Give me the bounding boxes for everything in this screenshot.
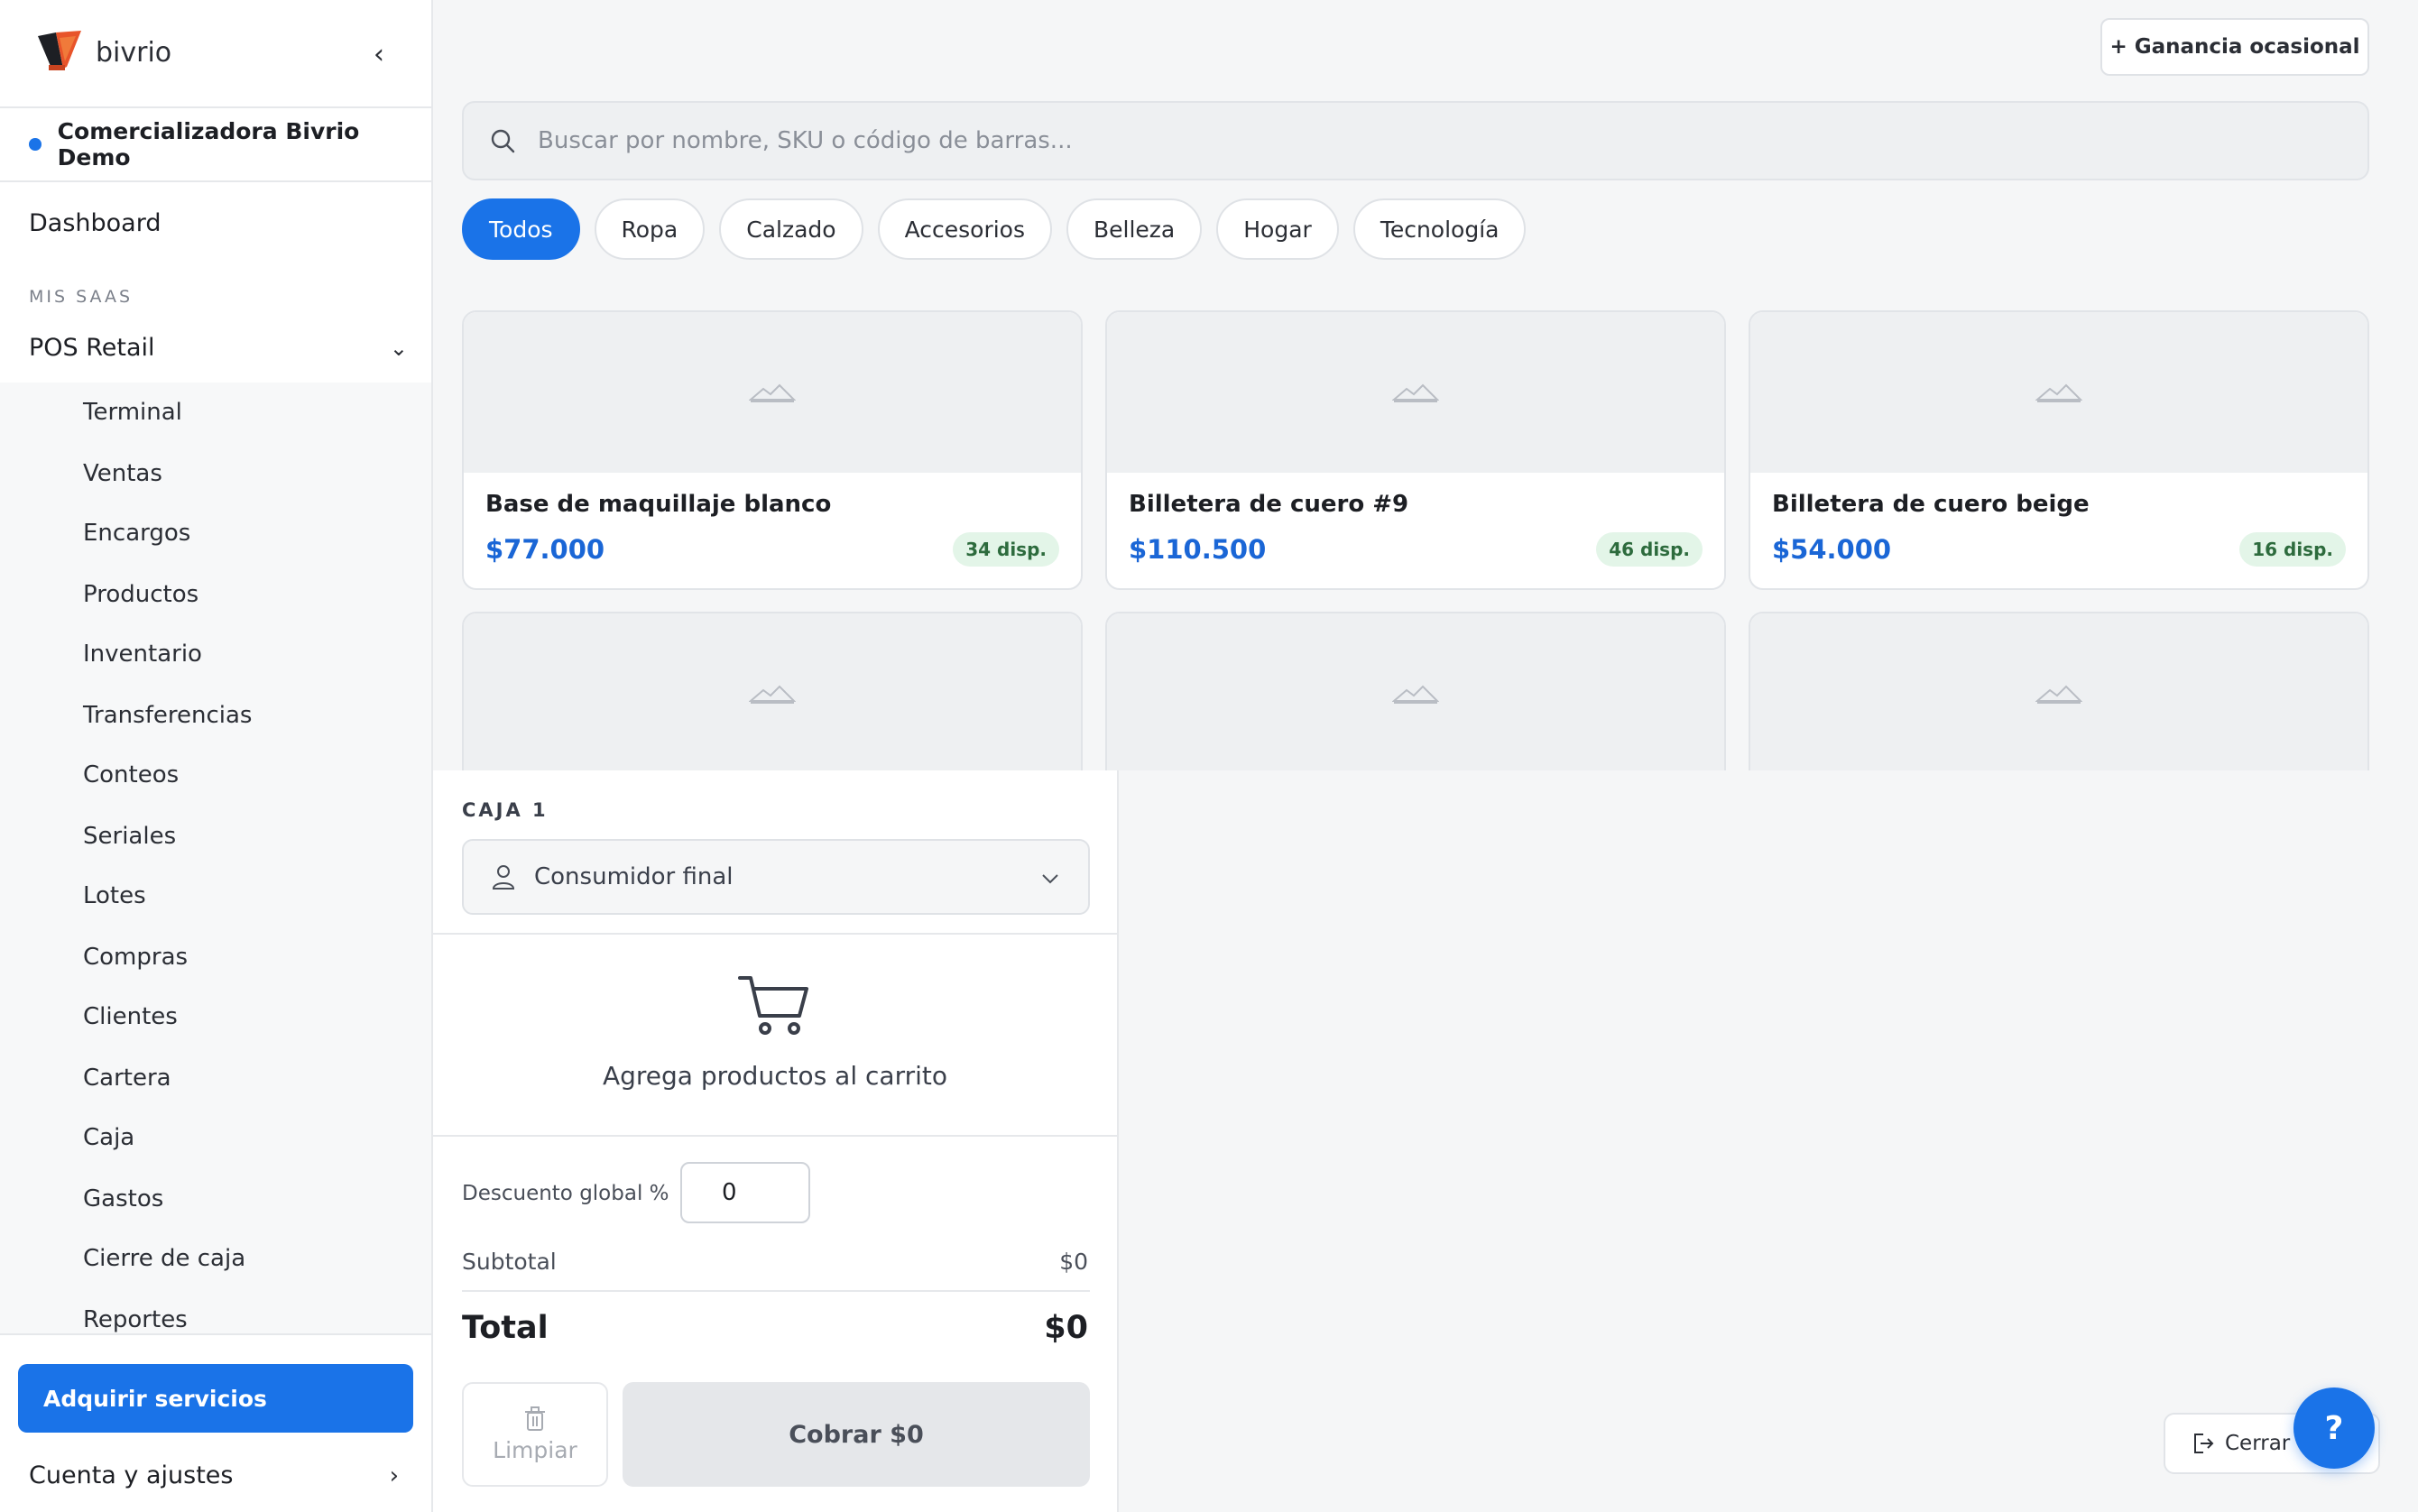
product-name: Billetera de cuero #9 <box>1129 491 1409 518</box>
bivrio-logo-icon <box>38 31 81 70</box>
image-placeholder-icon <box>1392 383 1439 402</box>
user-icon <box>492 865 515 890</box>
search-icon <box>491 129 515 153</box>
stock-badge: 34 disp. <box>953 532 1059 567</box>
discount-input[interactable] <box>680 1162 810 1223</box>
pos-submenu: Terminal Ventas Encargos Productos Inven… <box>0 383 431 1335</box>
subnav-item-transferencias[interactable]: Transferencias <box>83 702 252 729</box>
nav-dashboard[interactable]: Dashboard <box>29 209 161 237</box>
clear-cart-label: Limpiar <box>493 1436 577 1463</box>
product-image-placeholder <box>1107 613 1724 770</box>
chevron-right-icon: › <box>389 1461 399 1489</box>
product-card[interactable] <box>462 612 1083 770</box>
brand-name: bivrio <box>96 36 172 69</box>
subnav-item-cierre-de-caja[interactable]: Cierre de caja <box>83 1245 245 1272</box>
account-settings-link[interactable]: Cuenta y ajustes › <box>29 1461 399 1489</box>
subtotal-value: $0 <box>1059 1249 1088 1275</box>
empty-cart-message: Agrega productos al carrito <box>602 1061 947 1091</box>
divider <box>462 1290 1090 1292</box>
category-chip-belleza[interactable]: Belleza <box>1066 198 1203 260</box>
product-card[interactable]: Base de maquillaje blanco $77.000 34 dis… <box>462 310 1083 590</box>
category-chip-accesorios[interactable]: Accesorios <box>877 198 1052 260</box>
subnav-item-encargos[interactable]: Encargos <box>83 520 190 547</box>
sidebar-divider <box>0 1333 431 1335</box>
stock-badge: 16 disp. <box>2239 532 2346 567</box>
total-value: $0 <box>1044 1310 1088 1346</box>
discount-label: Descuento global % <box>462 1182 669 1205</box>
chevron-down-icon: ⌄ <box>389 335 408 361</box>
sidebar: bivrio ‹ Comercializadora Bivrio Demo Da… <box>0 0 433 1512</box>
close-session-label: Cerrar <box>2225 1432 2291 1455</box>
subnav-item-seriales[interactable]: Seriales <box>83 823 176 850</box>
category-chip-ropa[interactable]: Ropa <box>594 198 706 260</box>
product-price: $54.000 <box>1772 534 1892 565</box>
product-card[interactable] <box>1749 612 2369 770</box>
logout-icon <box>2194 1434 2214 1453</box>
image-placeholder-icon <box>1392 685 1439 704</box>
help-button[interactable]: ? <box>2293 1388 2375 1469</box>
category-chip-hogar[interactable]: Hogar <box>1216 198 1339 260</box>
customer-select[interactable]: Consumidor final <box>462 839 1090 915</box>
subnav-item-cartera[interactable]: Cartera <box>83 1065 171 1092</box>
subnav-item-ventas[interactable]: Ventas <box>83 460 162 487</box>
product-image-placeholder <box>1750 312 2367 473</box>
nav-pos-retail-label: POS Retail <box>29 334 155 362</box>
clear-cart-button[interactable]: Limpiar <box>462 1382 608 1487</box>
product-image-placeholder <box>464 312 1081 473</box>
subnav-item-productos[interactable]: Productos <box>83 581 198 608</box>
chevron-down-icon <box>1042 874 1058 884</box>
subnav-item-conteos[interactable]: Conteos <box>83 761 179 788</box>
divider <box>433 1135 1117 1137</box>
product-card[interactable]: Billetera de cuero beige $54.000 16 disp… <box>1749 310 2369 590</box>
subnav-item-caja[interactable]: Caja <box>83 1124 134 1151</box>
category-chip-calzado[interactable]: Calzado <box>719 198 863 260</box>
product-name: Base de maquillaje blanco <box>485 491 832 518</box>
product-price: $77.000 <box>485 534 605 565</box>
stock-badge: 46 disp. <box>1596 532 1703 567</box>
product-card[interactable] <box>1105 612 1726 770</box>
brand[interactable]: bivrio <box>36 29 171 76</box>
account-settings-label: Cuenta y ajustes <box>29 1461 234 1489</box>
status-dot <box>29 138 42 151</box>
product-name: Billetera de cuero beige <box>1772 491 2090 518</box>
subnav-item-reportes[interactable]: Reportes <box>83 1306 188 1333</box>
cart-panel: CAJA 1 Consumidor final Agrega productos… <box>433 770 1119 1512</box>
subnav-item-terminal[interactable]: Terminal <box>83 399 182 426</box>
category-filter: Todos Ropa Calzado Accesorios Belleza Ho… <box>462 198 1527 260</box>
subnav-item-gastos[interactable]: Gastos <box>83 1185 163 1212</box>
organization-name: Comercializadora Bivrio Demo <box>57 118 360 171</box>
search-input[interactable] <box>538 127 2252 154</box>
organization-selector[interactable]: Comercializadora Bivrio Demo <box>0 106 431 182</box>
nav-section-label: MIS SAAS <box>29 287 134 307</box>
image-placeholder-icon <box>2035 685 2082 704</box>
product-card[interactable]: Billetera de cuero #9 $110.500 46 disp. <box>1105 310 1726 590</box>
subnav-item-inventario[interactable]: Inventario <box>83 641 202 668</box>
collapse-sidebar-chevron-icon[interactable]: ‹ <box>365 36 393 72</box>
product-grid: Base de maquillaje blanco $77.000 34 dis… <box>462 310 2369 770</box>
acquire-services-button[interactable]: Adquirir servicios <box>18 1364 413 1433</box>
subnav-item-clientes[interactable]: Clientes <box>83 1003 178 1030</box>
nav-pos-retail[interactable]: POS Retail ⌄ <box>29 334 408 362</box>
subnav-item-lotes[interactable]: Lotes <box>83 882 146 909</box>
image-placeholder-icon <box>2035 383 2082 402</box>
category-chip-tecnologia[interactable]: Tecnología <box>1352 198 1527 260</box>
product-image-placeholder <box>1107 312 1724 473</box>
product-search <box>462 101 2369 180</box>
trash-icon <box>525 1406 545 1431</box>
product-price: $110.500 <box>1129 534 1267 565</box>
customer-value: Consumidor final <box>534 863 734 890</box>
register-label: CAJA 1 <box>462 799 549 821</box>
shopping-cart-icon <box>738 976 808 1035</box>
charge-button[interactable]: Cobrar $0 <box>623 1382 1090 1487</box>
product-image-placeholder <box>464 613 1081 770</box>
subtotal-label: Subtotal <box>462 1249 557 1275</box>
subnav-item-compras[interactable]: Compras <box>83 944 188 971</box>
product-image-placeholder <box>1750 613 2367 770</box>
total-label: Total <box>462 1310 549 1346</box>
divider <box>433 933 1117 935</box>
image-placeholder-icon <box>749 383 796 402</box>
category-chip-todos[interactable]: Todos <box>462 198 580 260</box>
occasional-gain-button[interactable]: + Ganancia ocasional <box>2100 18 2369 76</box>
image-placeholder-icon <box>749 685 796 704</box>
